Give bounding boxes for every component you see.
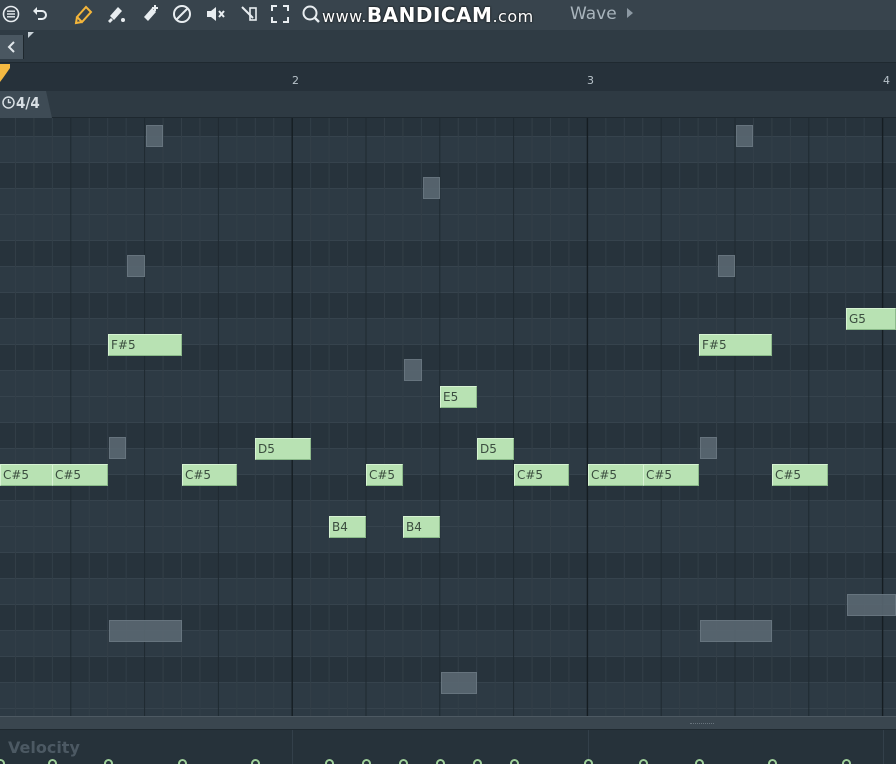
- velocity-handle[interactable]: [325, 759, 334, 764]
- grid-row: [0, 474, 896, 500]
- velocity-handle[interactable]: [695, 759, 704, 764]
- piano-roll-toolbar: www.BANDICAM.com Wave: [0, 0, 896, 30]
- note[interactable]: C#5: [52, 464, 108, 486]
- velocity-handle[interactable]: [178, 759, 187, 764]
- note[interactable]: D5: [255, 438, 311, 460]
- velocity-handle[interactable]: [584, 759, 593, 764]
- velocity-handle[interactable]: [399, 759, 408, 764]
- paint-icon[interactable]: [104, 3, 128, 25]
- note[interactable]: G5: [846, 308, 896, 330]
- channel-arrow-icon[interactable]: [627, 8, 633, 18]
- note[interactable]: C#5: [772, 464, 828, 486]
- grid-row: [0, 136, 896, 162]
- note[interactable]: C#5: [643, 464, 699, 486]
- time-signature-bar: [0, 91, 896, 118]
- velocity-handle[interactable]: [842, 759, 851, 764]
- velocity-bar-line: [292, 730, 293, 764]
- grid-row: [0, 214, 896, 240]
- ghost-note: [718, 255, 735, 277]
- clock-icon: [2, 96, 15, 109]
- note[interactable]: C#5: [0, 464, 53, 486]
- back-button[interactable]: [0, 35, 24, 59]
- note[interactable]: F#5: [108, 334, 182, 356]
- stamp-icon[interactable]: [138, 3, 162, 25]
- velocity-handle[interactable]: [0, 759, 5, 764]
- velocity-handle[interactable]: [768, 759, 777, 764]
- grid-row: [0, 118, 896, 136]
- watermark-www: www.: [322, 7, 367, 26]
- note[interactable]: F#5: [699, 334, 772, 356]
- ghost-note: [700, 620, 772, 642]
- ghost-note: [109, 620, 182, 642]
- splitter-grip-icon[interactable]: [690, 723, 714, 725]
- note[interactable]: C#5: [588, 464, 644, 486]
- ghost-note: [847, 594, 896, 616]
- note[interactable]: D5: [477, 438, 514, 460]
- note[interactable]: C#5: [514, 464, 569, 486]
- velocity-panel[interactable]: Velocity: [0, 730, 896, 764]
- velocity-handle[interactable]: [473, 759, 482, 764]
- ruler-bar-number: 3: [587, 74, 594, 87]
- chevron-left-icon: [7, 41, 15, 53]
- ghost-note: [700, 437, 717, 459]
- ghost-note: [423, 177, 440, 199]
- ghost-note: [127, 255, 145, 277]
- time-signature-label: 4/4: [16, 94, 40, 112]
- ruler-bar-number: 2: [292, 74, 299, 87]
- ruler-bar-number: 4: [883, 74, 890, 87]
- velocity-label: Velocity: [8, 738, 80, 757]
- velocity-handle[interactable]: [510, 759, 519, 764]
- note[interactable]: C#5: [182, 464, 237, 486]
- zoom-icon[interactable]: [300, 3, 322, 25]
- note[interactable]: B4: [329, 516, 366, 538]
- playhead-marker-icon[interactable]: [0, 64, 10, 82]
- velocity-handle[interactable]: [48, 759, 57, 764]
- ghost-note: [441, 672, 477, 694]
- grid-row: [0, 292, 896, 318]
- ghost-note: [109, 437, 126, 459]
- grid-row: [0, 708, 896, 716]
- grid-row: [0, 188, 896, 214]
- delete-icon[interactable]: [171, 3, 193, 25]
- grid-row: [0, 578, 896, 604]
- watermark-brand: BANDICAM: [366, 3, 493, 27]
- bandicam-watermark: www.BANDICAM.com: [322, 2, 534, 28]
- velocity-handle[interactable]: [639, 759, 648, 764]
- pencil-icon[interactable]: [72, 3, 96, 25]
- grid-row: [0, 448, 896, 474]
- grid-row: [0, 500, 896, 526]
- grid-row: [0, 526, 896, 552]
- undo-icon[interactable]: [30, 3, 50, 25]
- grid-row: [0, 422, 896, 448]
- note[interactable]: C#5: [366, 464, 403, 486]
- watermark-tld: .com: [492, 7, 534, 26]
- channel-name[interactable]: Wave: [570, 3, 617, 25]
- grid-row: [0, 552, 896, 578]
- velocity-handle[interactable]: [362, 759, 371, 764]
- note[interactable]: B4: [403, 516, 440, 538]
- note-grid[interactable]: C#5 C#5 F#5 C#5 D5 B4 C#5 B4 E5 D5 C#5 C…: [0, 118, 896, 716]
- slice-icon[interactable]: [238, 3, 260, 25]
- timeline-ruler[interactable]: 2 3 4: [0, 63, 896, 91]
- ghost-note: [146, 125, 163, 147]
- velocity-handle[interactable]: [104, 759, 113, 764]
- velocity-bar-line: [883, 730, 884, 764]
- grid-row: [0, 162, 896, 188]
- select-icon[interactable]: [269, 3, 291, 25]
- corner-marker-icon: [28, 32, 34, 38]
- ghost-note: [736, 125, 753, 147]
- velocity-handle[interactable]: [436, 759, 445, 764]
- note[interactable]: E5: [440, 386, 477, 408]
- event-panel-splitter[interactable]: [0, 716, 896, 730]
- ghost-note: [404, 359, 422, 381]
- piano-roll-subtoolbar: [0, 30, 896, 63]
- mute-icon[interactable]: [203, 3, 227, 25]
- menu-icon[interactable]: [1, 3, 21, 25]
- velocity-handle[interactable]: [251, 759, 260, 764]
